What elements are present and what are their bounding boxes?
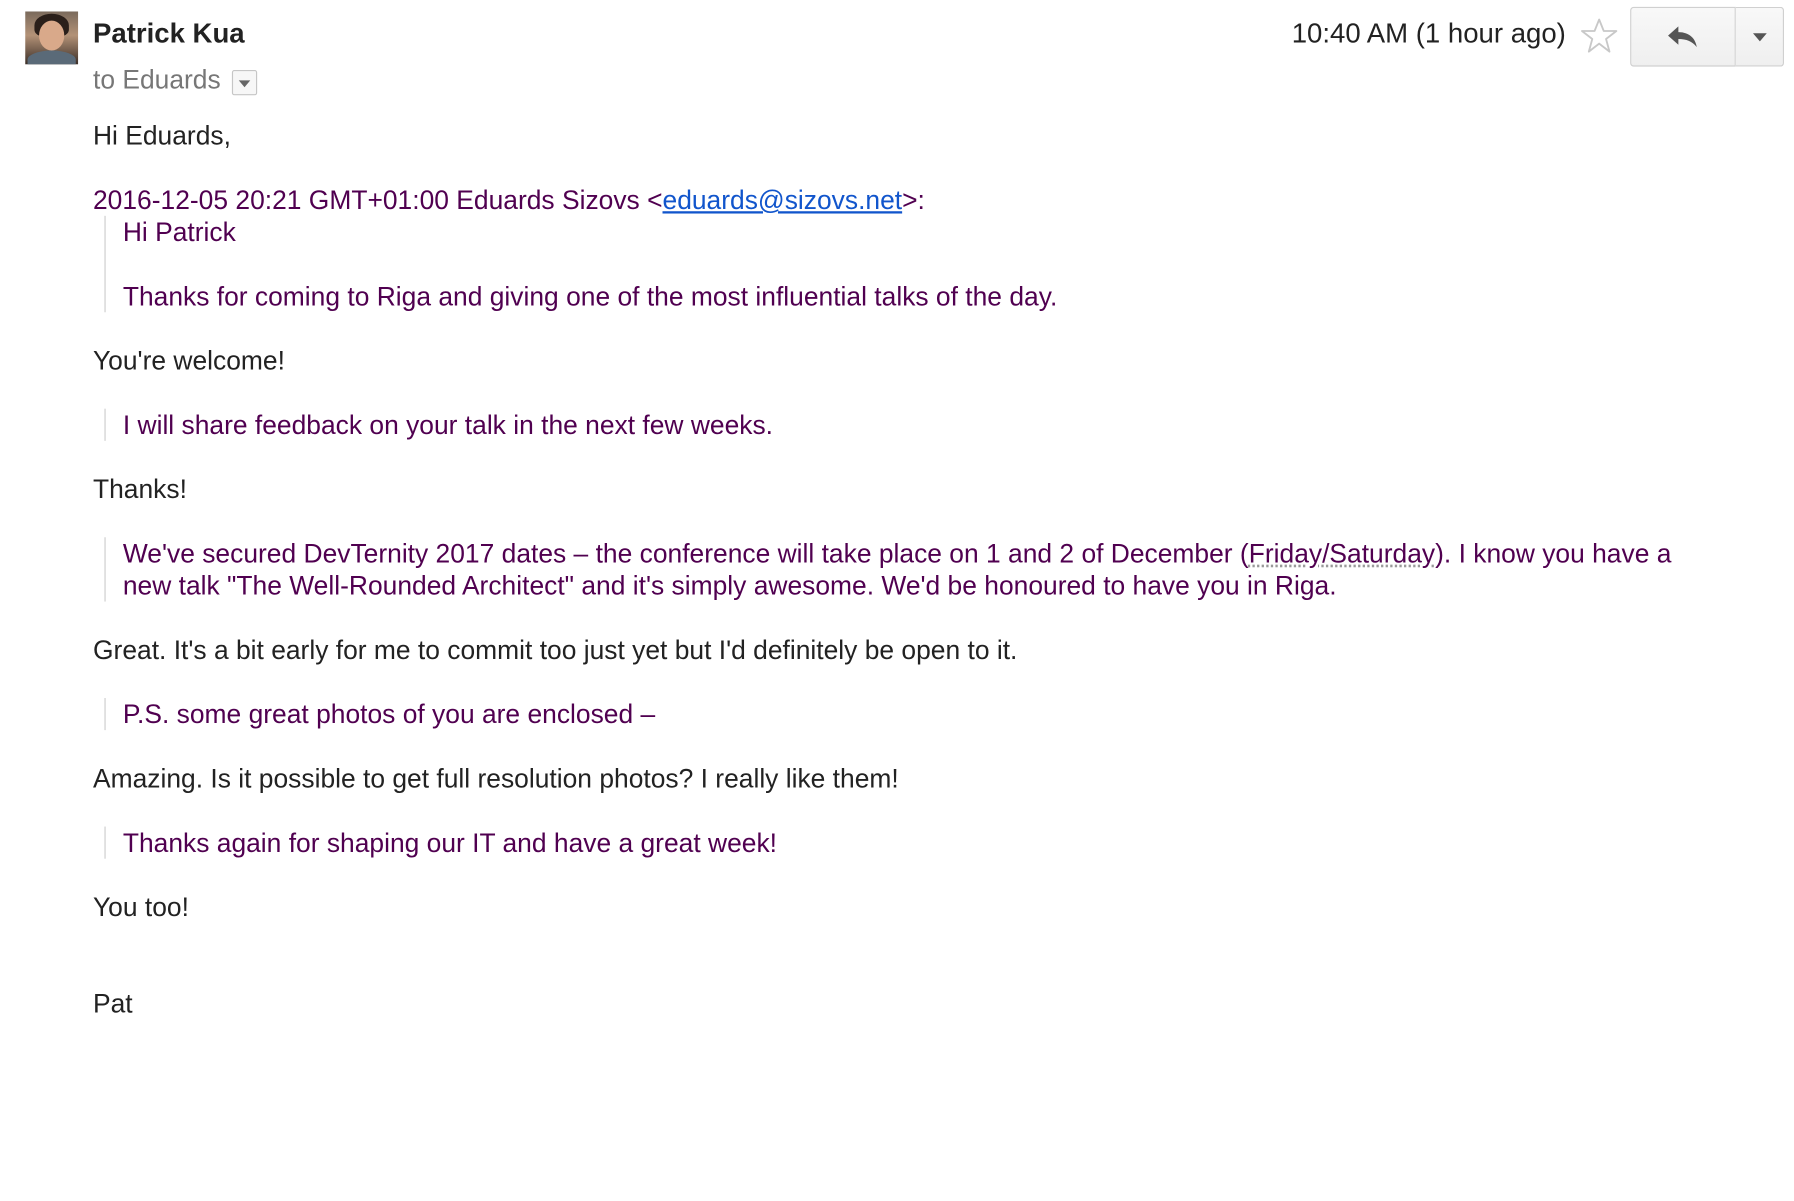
reply-button[interactable] — [1630, 6, 1736, 67]
sender-email-link[interactable]: eduards@sizovs.net — [663, 185, 903, 215]
quote-block-5: Thanks again for shaping our IT and have… — [104, 826, 1723, 859]
quote-text: We've secured DevTernity 2017 dates – th… — [122, 538, 1249, 569]
reply-paragraph: You too! — [92, 891, 189, 922]
quote-line: Thanks again for shaping our IT and have… — [122, 827, 777, 858]
quote-line: I will share feedback on your talk in th… — [122, 409, 773, 440]
quote-block-4: P.S. some great photos of you are enclos… — [104, 697, 1723, 731]
message-header: Patrick Kua to Eduards 10:40 AM (1 hour … — [0, 0, 1794, 106]
quote-attribution: 2016-12-05 20:21 GMT+01:00 Eduards Sizov… — [93, 184, 1723, 216]
recipient-line: to Eduards — [92, 64, 258, 95]
message-timestamp[interactable]: 10:40 AM (1 hour ago) — [1292, 18, 1566, 50]
avatar-face — [39, 20, 65, 51]
reply-paragraph: Thanks! — [92, 474, 187, 504]
signature: Pat — [92, 988, 133, 1019]
star-icon[interactable] — [1580, 16, 1619, 55]
quote-line: We've secured DevTernity 2017 dates – th… — [123, 537, 1723, 601]
quote-line: Thanks for coming to Riga and giving one… — [122, 281, 1058, 312]
quote-block-2: I will share feedback on your talk in th… — [104, 408, 1723, 441]
sender-avatar[interactable] — [25, 11, 79, 65]
reply-button-group — [1630, 6, 1784, 67]
quote-attribution-prefix: 2016-12-05 20:21 GMT+01:00 Eduards Sizov… — [92, 184, 663, 215]
reply-paragraph: You're welcome! — [92, 345, 285, 376]
avatar-shoulders — [27, 50, 76, 65]
quote-line: Hi Patrick — [122, 216, 236, 247]
show-details-dropdown-icon[interactable] — [232, 69, 258, 95]
quote-block-3: We've secured DevTernity 2017 dates – th… — [104, 537, 1723, 602]
quote-block-1: Hi Patrick Thanks for coming to Riga and… — [104, 215, 1723, 313]
more-options-button[interactable] — [1735, 6, 1784, 67]
reply-arrow-icon — [1668, 26, 1697, 48]
sender-name[interactable]: Patrick Kua — [93, 18, 245, 50]
reply-paragraph: Amazing. Is it possible to get full reso… — [92, 763, 899, 794]
quote-line: P.S. some great photos of you are enclos… — [122, 699, 656, 729]
message-body: Hi Eduards, 2016-12-05 20:21 GMT+01:00 E… — [93, 119, 1723, 1019]
spellcheck-word[interactable]: Friday/Saturday — [1249, 538, 1435, 568]
greeting: Hi Eduards, — [92, 120, 231, 151]
quote-attribution-suffix: >: — [902, 184, 925, 215]
caret-down-icon — [1752, 32, 1767, 41]
email-message: Patrick Kua to Eduards 10:40 AM (1 hour … — [0, 0, 1794, 1201]
reply-paragraph: Great. It's a bit early for me to commit… — [92, 634, 1018, 665]
recipient-label: to Eduards — [92, 64, 221, 95]
